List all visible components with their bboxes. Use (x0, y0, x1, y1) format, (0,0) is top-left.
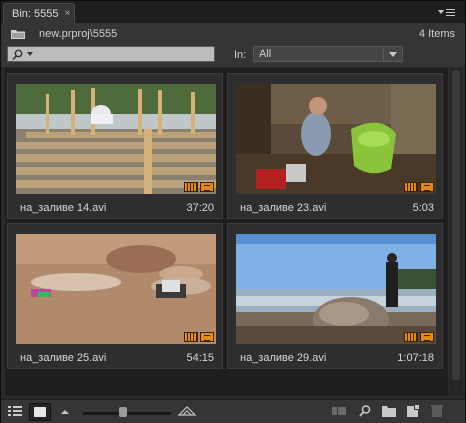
clip-card[interactable]: на_заливе 14.avi 37:20 (7, 73, 223, 219)
search-input[interactable] (7, 46, 215, 62)
clip-thumbnail (16, 84, 216, 194)
bin-folder-icon (11, 30, 25, 39)
video-badge-icon (404, 332, 418, 342)
audio-badge-icon (200, 182, 214, 192)
clip-thumbnail (236, 234, 436, 344)
clip-duration: 5:03 (412, 202, 434, 214)
in-select-value: All (259, 48, 272, 60)
scrollbar-thumb[interactable] (452, 70, 460, 380)
zoom-slider-handle[interactable] (119, 407, 127, 417)
new-bin-icon[interactable] (381, 404, 397, 418)
clip-card[interactable]: на_заливе 29.avi 1:07:18 (227, 223, 443, 369)
close-icon[interactable]: × (64, 8, 70, 19)
clip-name: на_заливе 23.avi (240, 202, 327, 214)
zoom-in-icon[interactable] (177, 404, 197, 418)
bottom-toolbar (1, 399, 465, 423)
clip-thumbnail (16, 234, 216, 344)
panel-menu-icon[interactable] (435, 5, 457, 19)
find-icon[interactable] (357, 404, 373, 418)
bin-panel: Bin: 5555 × new.prproj\5555 4 Items In: … (0, 0, 466, 423)
clip-thumbnail (236, 84, 436, 194)
search-icon (12, 49, 23, 61)
path-bar: new.prproj\5555 4 Items (1, 23, 465, 45)
icon-view-icon (34, 407, 46, 417)
audio-badge-icon (420, 332, 434, 342)
video-badge-icon (404, 182, 418, 192)
tab-bin[interactable]: Bin: 5555 × (3, 3, 75, 23)
zoom-out-icon[interactable] (57, 404, 73, 418)
clip-grid: на_заливе 14.avi 37:20 на_заливе 23.avi … (5, 68, 448, 396)
clip-duration: 1:07:18 (397, 352, 434, 364)
audio-badge-icon (200, 332, 214, 342)
video-badge-icon (184, 332, 198, 342)
tab-label: Bin: 5555 (12, 7, 59, 20)
clip-card[interactable]: на_заливе 25.avi 54:15 (7, 223, 223, 369)
clip-name: на_заливе 25.avi (20, 352, 107, 364)
zoom-slider[interactable] (83, 412, 171, 415)
search-dropdown-icon[interactable] (27, 52, 33, 56)
items-count: 4 Items (418, 28, 455, 40)
bin-path: new.prproj\5555 (39, 28, 118, 40)
vertical-scrollbar[interactable] (450, 68, 462, 396)
tab-bar: Bin: 5555 × (1, 1, 465, 24)
automate-to-sequence-icon[interactable] (331, 404, 347, 418)
chevron-down-icon (383, 47, 402, 61)
clip-duration: 37:20 (186, 202, 214, 214)
clip-name: на_заливе 29.avi (240, 352, 327, 364)
video-badge-icon (184, 182, 198, 192)
trash-icon[interactable] (429, 404, 445, 418)
clip-card[interactable]: на_заливе 23.avi 5:03 (227, 73, 443, 219)
clip-duration: 54:15 (186, 352, 214, 364)
search-row: In: All (1, 45, 465, 67)
clip-name: на_заливе 14.avi (20, 202, 107, 214)
audio-badge-icon (420, 182, 434, 192)
in-select[interactable]: All (253, 46, 403, 62)
new-item-icon[interactable] (405, 404, 421, 418)
icon-view-button[interactable] (29, 403, 51, 421)
in-label: In: (234, 49, 247, 61)
list-view-icon[interactable] (7, 404, 23, 418)
